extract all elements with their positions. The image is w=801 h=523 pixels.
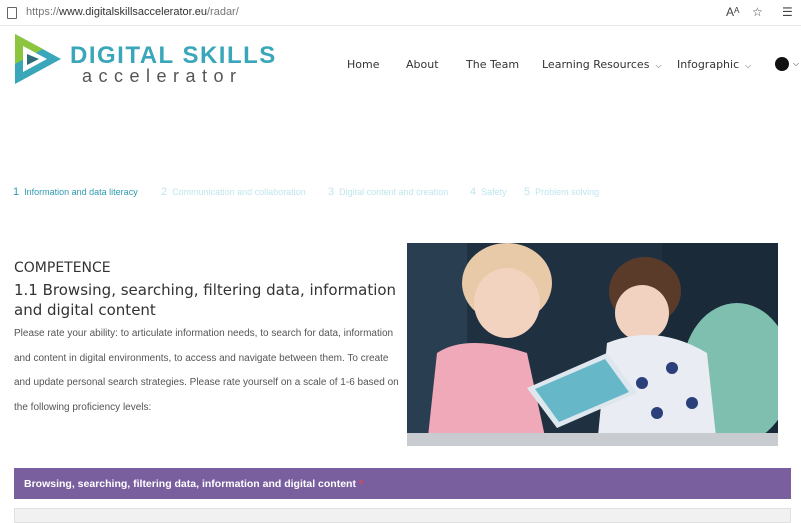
chevron-down-icon[interactable]: ⌵ <box>793 59 799 69</box>
nav-infographic[interactable]: Infographic ⌵ <box>677 58 751 71</box>
step-label: Digital content and creation <box>339 187 449 197</box>
favorites-icon[interactable]: ☆ <box>752 5 763 19</box>
chevron-down-icon: ⌵ <box>655 61 662 70</box>
children-tablet-photo <box>407 243 778 446</box>
required-marker: * <box>358 478 364 490</box>
logo-icon[interactable] <box>13 32 63 86</box>
step-5[interactable]: 5 Problem solving <box>524 186 599 198</box>
step-number: 3 <box>328 186 335 198</box>
competence-title: 1.1 Browsing, searching, filtering data,… <box>14 281 397 319</box>
nav-about[interactable]: About <box>406 58 439 71</box>
url-host: www.digitalskillsaccelerator.eu <box>59 6 207 18</box>
logo-subtitle: accelerator <box>82 66 243 86</box>
url-path: /radar/ <box>206 6 239 18</box>
url-field[interactable]: https://www.digitalskillsaccelerator.eu/… <box>26 6 239 18</box>
question-header: Browsing, searching, filtering data, inf… <box>14 468 791 499</box>
read-aloud-icon[interactable]: Aᴬ <box>726 5 739 19</box>
step-4[interactable]: 4 Safety <box>470 186 507 198</box>
nav-learning-resources[interactable]: Learning Resources ⌵ <box>542 58 662 71</box>
nav-learning-label: Learning Resources <box>542 58 650 71</box>
question-label: Browsing, searching, filtering data, inf… <box>24 478 356 490</box>
collections-icon[interactable]: ☰ <box>782 5 793 19</box>
url-prefix: https:// <box>26 6 60 18</box>
step-number: 4 <box>470 186 477 198</box>
competence-description: Please rate your ability: to articulate … <box>14 328 399 413</box>
browser-address-bar: https://www.digitalskillsaccelerator.eu/… <box>0 0 801 26</box>
chevron-down-icon: ⌵ <box>745 61 752 70</box>
globe-icon[interactable] <box>775 57 789 71</box>
step-2[interactable]: 2 Communication and collaboration <box>161 186 306 198</box>
step-number: 5 <box>524 186 531 198</box>
competence-label: COMPETENCE <box>14 260 111 276</box>
step-1[interactable]: 1 Information and data literacy <box>13 186 138 198</box>
step-label: Communication and collaboration <box>172 187 306 197</box>
nav-home[interactable]: Home <box>347 58 379 71</box>
step-label: Problem solving <box>535 187 600 197</box>
step-3[interactable]: 3 Digital content and creation <box>328 186 448 198</box>
nav-infographic-label: Infographic <box>677 58 740 71</box>
answer-area[interactable] <box>14 508 791 523</box>
page-icon <box>7 7 17 19</box>
step-number: 2 <box>161 186 168 198</box>
step-number: 1 <box>13 186 20 198</box>
step-label: Safety <box>481 187 507 197</box>
nav-team[interactable]: The Team <box>466 58 519 71</box>
step-label: Information and data literacy <box>24 187 138 197</box>
